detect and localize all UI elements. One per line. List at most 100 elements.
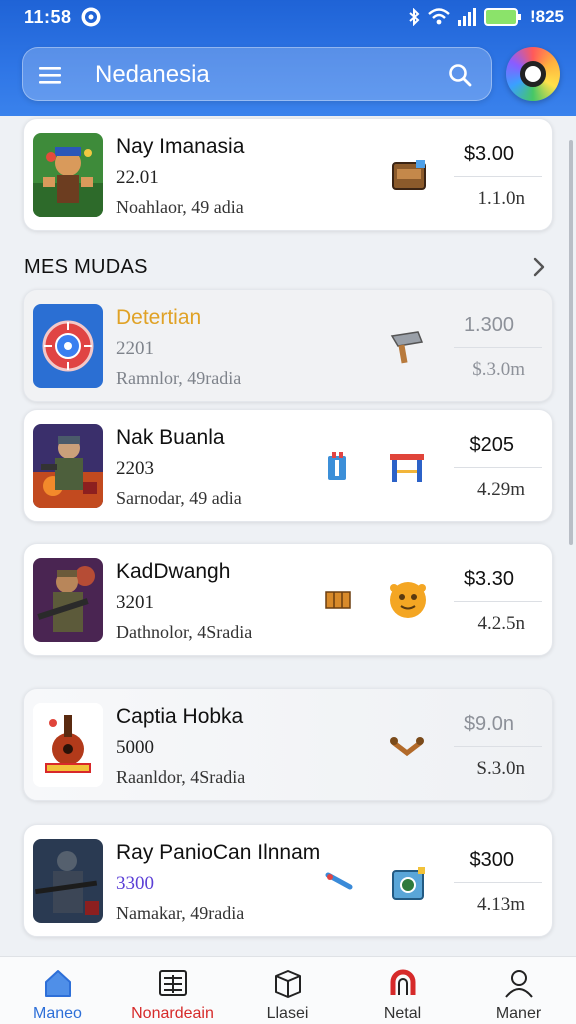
- game-thumbnail: [33, 304, 103, 388]
- item-price: 1.300: [463, 314, 514, 336]
- scrollbar[interactable]: [569, 140, 573, 545]
- item-size: 4.2.5n: [477, 613, 526, 634]
- item-price: $3.30: [463, 568, 514, 590]
- gate-icon: [390, 454, 424, 482]
- nav-label: Llasei: [266, 1005, 309, 1022]
- news-icon: [159, 970, 187, 996]
- item-subtitle: Sarnodar, 49 adia: [116, 488, 242, 508]
- list-item[interactable]: Detertian 2201 Ramnlor, 49radia 1.300 $.…: [23, 289, 553, 402]
- item-title: Nay Imanasia: [116, 135, 245, 158]
- avatar-center: [520, 61, 546, 87]
- header: 11:58 !825 Nedanesia: [0, 0, 576, 116]
- soldier-art-icon: [33, 424, 103, 508]
- hammer-icon: [390, 331, 424, 364]
- app-screen: 11:58 !825 Nedanesia Nay Imanasia 22.01 …: [0, 0, 576, 1024]
- nav-item-box[interactable]: Llasei: [230, 957, 345, 1024]
- box-icon: [275, 970, 301, 998]
- nav-item-profile[interactable]: Maner: [461, 957, 576, 1024]
- item-price: $9.0n: [463, 713, 514, 735]
- item-size: $.3.0m: [472, 359, 525, 380]
- item-subtitle: Raanldor, 4Sradia: [116, 767, 246, 787]
- chevron-right-icon[interactable]: [528, 256, 550, 278]
- menu-icon[interactable]: [37, 62, 63, 88]
- search-bar[interactable]: [22, 47, 492, 101]
- app-icon: [81, 7, 101, 27]
- bone-icon: [390, 737, 424, 757]
- status-icons: !825: [408, 6, 564, 28]
- section-header: MES MUDAS: [24, 256, 550, 280]
- item-title: Captia Hobka: [116, 705, 244, 728]
- item-title: Ray PanioCan Ilnnam: [116, 841, 321, 864]
- wifi-icon: [428, 8, 450, 25]
- item-title: Detertian: [116, 306, 202, 329]
- item-size: 4.29m: [476, 479, 525, 500]
- item-size: 1.1.0n: [477, 188, 526, 209]
- nav-item-news[interactable]: Nonardeain: [115, 957, 230, 1024]
- home-icon: [45, 970, 71, 997]
- item-count: 3300: [116, 873, 154, 894]
- status-time: 11:58: [24, 7, 72, 27]
- warrior-art-icon: [33, 133, 103, 217]
- item-count: 2201: [116, 338, 154, 359]
- item-subtitle: Namakar, 49radia: [116, 903, 245, 923]
- item-price: $205: [469, 434, 515, 456]
- item-price: $3.00: [463, 143, 514, 165]
- battery-level-text: !825: [529, 7, 564, 26]
- search-icon[interactable]: [447, 62, 473, 88]
- item-subtitle: Ramnlor, 49radia: [116, 368, 242, 388]
- safe-icon: [392, 867, 425, 900]
- signal-icon: [457, 8, 476, 26]
- list-item[interactable]: Nay Imanasia 22.01 Noahlaor, 49 adia $3.…: [23, 118, 553, 231]
- battery-pack-icon: [328, 452, 346, 480]
- divider: [454, 601, 542, 602]
- list-item[interactable]: Captia Hobka 5000 Raanldor, 4Sradia $9.0…: [23, 688, 553, 801]
- divider: [454, 746, 542, 747]
- sniper-art-icon: [33, 839, 103, 923]
- game-thumbnail: [33, 558, 103, 642]
- guitar-logo-icon: [33, 703, 103, 787]
- nav-item-netal[interactable]: Netal: [345, 957, 460, 1024]
- avatar[interactable]: [506, 47, 560, 101]
- magnet-icon: [390, 969, 416, 995]
- nav-label: Maner: [495, 1005, 542, 1022]
- bluetooth-icon: [409, 8, 420, 26]
- gunner-art-icon: [33, 558, 103, 642]
- nav-label: Maneo: [33, 1005, 82, 1022]
- list-item[interactable]: Ray PanioCan Ilnnam 3300 Namakar, 49radi…: [23, 824, 553, 937]
- nav-label: Nonardeain: [131, 1005, 214, 1022]
- bottom-nav: Maneo Nonardeain Llasei Netal Maner: [0, 956, 576, 1024]
- divider: [454, 882, 542, 883]
- status-bar: 11:58 !825: [0, 0, 576, 34]
- item-title: Nak Buanla: [116, 426, 225, 449]
- creature-icon: [390, 582, 426, 618]
- item-count: 2203: [116, 458, 154, 479]
- game-thumbnail: [33, 703, 103, 787]
- list-item[interactable]: Nak Buanla 2203 Sarnodar, 49 adia $205 4…: [23, 409, 553, 522]
- wrench-icon: [325, 872, 353, 890]
- game-thumbnail: [33, 839, 103, 923]
- item-size: 4.13m: [476, 894, 525, 915]
- item-price: $300: [469, 849, 515, 871]
- crate-icon: [325, 591, 351, 609]
- search-input[interactable]: [95, 61, 425, 89]
- item-count: 3201: [116, 592, 154, 613]
- nav-label: Netal: [383, 1005, 422, 1022]
- nav-item-home[interactable]: Maneo: [0, 957, 115, 1024]
- item-count: 22.01: [116, 167, 159, 188]
- item-subtitle: Dathnolor, 4Sradia: [116, 622, 253, 642]
- divider: [454, 176, 542, 177]
- chest-icon: [392, 160, 426, 190]
- person-icon: [505, 970, 533, 998]
- item-count: 5000: [116, 737, 154, 758]
- list-item[interactable]: KadDwangh 3201 Dathnolor, 4Sradia $3.30 …: [23, 543, 553, 656]
- divider: [454, 347, 542, 348]
- target-emblem-icon: [33, 304, 103, 388]
- game-thumbnail: [33, 424, 103, 508]
- item-subtitle: Noahlaor, 49 adia: [116, 197, 244, 217]
- section-title: MES MUDAS: [24, 256, 148, 278]
- item-title: KadDwangh: [116, 560, 231, 583]
- game-thumbnail: [33, 133, 103, 217]
- divider: [454, 467, 542, 468]
- item-size: S.3.0n: [476, 758, 525, 779]
- battery-icon: [483, 8, 521, 26]
